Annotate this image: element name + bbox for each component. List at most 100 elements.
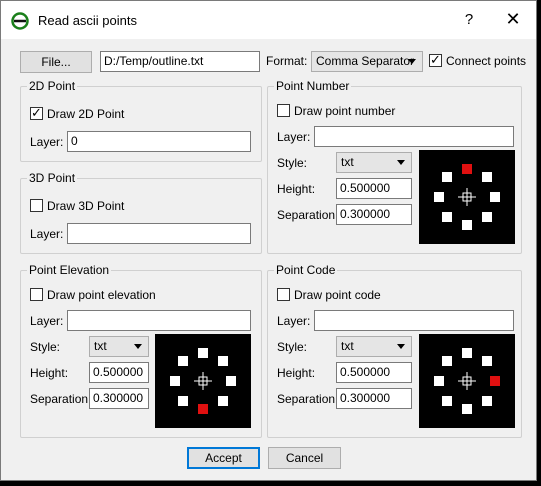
preview-marker-top-right [482, 172, 492, 182]
layer-label: Layer: [277, 130, 311, 144]
preview-canvas [434, 348, 500, 414]
preview-marker-bottom-right [218, 396, 228, 406]
draw-point-code-checkbox[interactable] [277, 288, 290, 301]
group-3d-point: 3D Point Draw 3D Point Layer: [20, 171, 262, 254]
point-code-preview [419, 334, 515, 428]
preview-marker-right [226, 376, 236, 386]
draw-2d-point-label: Draw 2D Point [47, 107, 125, 121]
layer-label: Layer: [30, 227, 64, 241]
style-point-elevation-select[interactable]: txt [89, 336, 149, 357]
preview-marker-bottom-left [442, 212, 452, 222]
layer-label: Layer: [30, 135, 64, 149]
layer-label: Layer: [277, 314, 311, 328]
preview-marker-bottom [198, 404, 208, 414]
preview-marker-right [490, 376, 500, 386]
group-title-point-number: Point Number [274, 79, 352, 93]
group-point-elevation: Point Elevation Draw point elevation Lay… [20, 263, 262, 438]
draw-point-elevation-checkbox[interactable] [30, 288, 43, 301]
app-icon [11, 12, 29, 30]
group-point-number: Point Number Draw point number Layer: St… [267, 79, 522, 254]
separation-point-code-input[interactable]: 0.300000 [336, 388, 412, 409]
preview-marker-bottom-left [442, 396, 452, 406]
preview-marker-left [434, 376, 444, 386]
preview-canvas [170, 348, 236, 414]
separation-label: Separation [30, 392, 89, 406]
point-elevation-preview [155, 334, 251, 428]
preview-marker-left [434, 192, 444, 202]
format-select[interactable]: Comma Separator [311, 51, 423, 72]
window-title: Read ascii points [38, 13, 137, 28]
height-point-number-input[interactable]: 0.500000 [336, 178, 412, 199]
group-title-point-elevation: Point Elevation [27, 263, 112, 277]
crosshair-icon [194, 372, 212, 390]
preview-marker-top-right [218, 356, 228, 366]
crosshair-icon [458, 372, 476, 390]
file-button[interactable]: File... [20, 51, 92, 73]
style-label: Style: [277, 340, 308, 354]
height-label: Height: [277, 366, 316, 380]
preview-canvas [434, 164, 500, 230]
format-select-value: Comma Separator [316, 54, 415, 68]
layer-point-number-input[interactable] [314, 126, 514, 147]
connect-points-checkbox[interactable]: ✓ [429, 52, 442, 67]
draw-point-code-label: Draw point code [294, 288, 381, 302]
checkmark-icon: ✓ [31, 105, 42, 120]
preview-marker-bottom-right [482, 212, 492, 222]
preview-marker-left [170, 376, 180, 386]
preview-marker-top [462, 164, 472, 174]
preview-marker-right [490, 192, 500, 202]
layer-3d-input[interactable] [67, 223, 251, 244]
style-point-code-select[interactable]: txt [336, 336, 412, 357]
draw-point-number-label: Draw point number [294, 104, 396, 118]
separation-point-elevation-input[interactable]: 0.300000 [89, 388, 149, 409]
point-number-preview [419, 150, 515, 244]
preview-marker-bottom [462, 220, 472, 230]
preview-marker-bottom-right [482, 396, 492, 406]
style-select-value: txt [94, 339, 107, 353]
group-2d-point: 2D Point ✓ Draw 2D Point Layer: 0 [20, 79, 262, 162]
draw-point-number-checkbox[interactable] [277, 104, 290, 117]
cancel-button[interactable]: Cancel [268, 447, 341, 469]
preview-marker-top-right [482, 356, 492, 366]
separation-point-number-input[interactable]: 0.300000 [336, 204, 412, 225]
accept-button[interactable]: Accept [187, 447, 260, 469]
connect-points-label: Connect points [446, 54, 527, 68]
preview-marker-top [198, 348, 208, 358]
separation-label: Separation [277, 208, 336, 222]
format-label: Format: [266, 54, 308, 68]
group-point-code: Point Code Draw point code Layer: Style:… [267, 263, 522, 438]
dialog-window: Read ascii points ? ✕ File... D:/Temp/ou… [0, 0, 537, 481]
height-label: Height: [30, 366, 69, 380]
chevron-down-icon [408, 59, 416, 64]
style-select-value: txt [341, 155, 354, 169]
preview-marker-bottom-left [178, 396, 188, 406]
layer-point-elevation-input[interactable] [67, 310, 251, 331]
height-point-elevation-input[interactable]: 0.500000 [89, 362, 149, 383]
file-path-field[interactable]: D:/Temp/outline.txt [100, 51, 260, 72]
preview-marker-top-left [178, 356, 188, 366]
style-label: Style: [30, 340, 61, 354]
group-title-2d-point: 2D Point [27, 79, 78, 93]
style-point-number-select[interactable]: txt [336, 152, 412, 173]
draw-2d-point-checkbox[interactable]: ✓ [30, 105, 43, 120]
group-title-point-code: Point Code [274, 263, 338, 277]
checkmark-icon: ✓ [430, 52, 441, 67]
layer-label: Layer: [30, 314, 64, 328]
chevron-down-icon [134, 344, 142, 349]
separation-label: Separation [277, 392, 336, 406]
preview-marker-top [462, 348, 472, 358]
preview-marker-top-left [442, 172, 452, 182]
height-label: Height: [277, 182, 316, 196]
help-button[interactable]: ? [459, 11, 479, 28]
style-select-value: txt [341, 339, 354, 353]
group-title-3d-point: 3D Point [27, 171, 78, 185]
close-icon[interactable]: ✕ [501, 9, 525, 30]
chevron-down-icon [397, 160, 405, 165]
preview-marker-bottom [462, 404, 472, 414]
layer-point-code-input[interactable] [314, 310, 514, 331]
height-point-code-input[interactable]: 0.500000 [336, 362, 412, 383]
crosshair-icon [458, 188, 476, 206]
chevron-down-icon [397, 344, 405, 349]
layer-2d-input[interactable]: 0 [67, 131, 251, 152]
draw-3d-point-checkbox[interactable] [30, 199, 43, 212]
